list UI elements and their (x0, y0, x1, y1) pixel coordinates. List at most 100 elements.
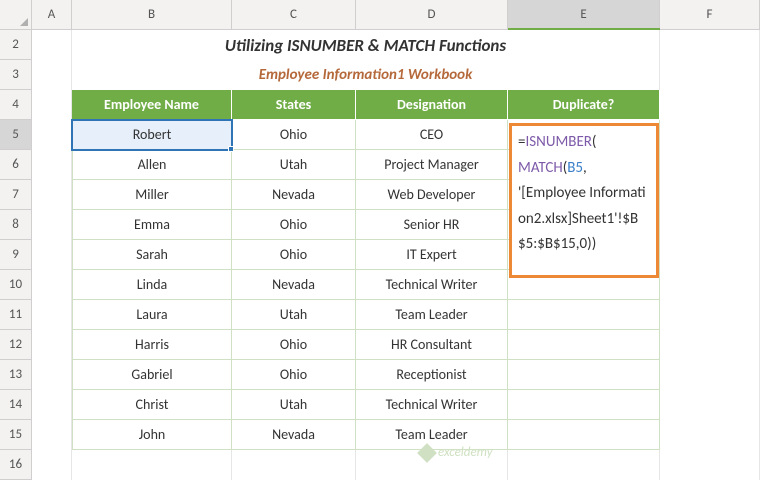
cell-F3[interactable] (660, 60, 760, 90)
cell-E16[interactable] (508, 450, 660, 480)
cell-D13[interactable]: Receptionist (356, 360, 508, 390)
cell-E12[interactable] (508, 330, 660, 360)
cell-A7[interactable] (32, 180, 72, 210)
row-header-12[interactable]: 12 (0, 330, 32, 360)
cell-F4[interactable] (660, 90, 760, 120)
row-header-2[interactable]: 2 (0, 30, 32, 60)
cell-F14[interactable] (660, 390, 760, 420)
cell-C14[interactable]: Utah (232, 390, 356, 420)
cell-D7[interactable]: Web Developer (356, 180, 508, 210)
cell-C16[interactable] (232, 450, 356, 480)
row-header-14[interactable]: 14 (0, 390, 32, 420)
formula-sep2: ,0 (576, 235, 587, 253)
cell-B7[interactable]: Miller (72, 180, 232, 210)
header-duplicate[interactable]: Duplicate? (508, 90, 660, 120)
cell-D6[interactable]: Project Manager (356, 150, 508, 180)
cell-D14[interactable]: Technical Writer (356, 390, 508, 420)
cell-F8[interactable] (660, 210, 760, 240)
cell-C9[interactable]: Ohio (232, 240, 356, 270)
cell-B10[interactable]: Linda (72, 270, 232, 300)
cell-C5[interactable]: Ohio (232, 120, 356, 150)
cell-C8[interactable]: Ohio (232, 210, 356, 240)
col-header-E[interactable]: E (508, 0, 660, 30)
row-header-7[interactable]: 7 (0, 180, 32, 210)
row-header-8[interactable]: 8 (0, 210, 32, 240)
cell-A2[interactable] (32, 30, 72, 60)
cell-F16[interactable] (660, 450, 760, 480)
cell-A12[interactable] (32, 330, 72, 360)
row-header-16[interactable]: 16 (0, 450, 32, 480)
cell-A6[interactable] (32, 150, 72, 180)
col-header-D[interactable]: D (356, 0, 508, 30)
cell-F10[interactable] (660, 270, 760, 300)
cell-F6[interactable] (660, 150, 760, 180)
cell-C6[interactable]: Utah (232, 150, 356, 180)
fill-handle[interactable] (228, 146, 234, 152)
cell-B11[interactable]: Laura (72, 300, 232, 330)
cell-A13[interactable] (32, 360, 72, 390)
cell-A3[interactable] (32, 60, 72, 90)
header-employee-name[interactable]: Employee Name (72, 90, 232, 120)
cell-F11[interactable] (660, 300, 760, 330)
col-header-F[interactable]: F (660, 0, 760, 30)
cell-E15[interactable] (508, 420, 660, 450)
cell-E11[interactable] (508, 300, 660, 330)
cell-B8[interactable]: Emma (72, 210, 232, 240)
cell-F12[interactable] (660, 330, 760, 360)
cell-B9[interactable]: Sarah (72, 240, 232, 270)
cell-F9[interactable] (660, 240, 760, 270)
row-header-10[interactable]: 10 (0, 270, 32, 300)
cell-F15[interactable] (660, 420, 760, 450)
row-header-11[interactable]: 11 (0, 300, 32, 330)
cell-B6[interactable]: Allen (72, 150, 232, 180)
cell-A10[interactable] (32, 270, 72, 300)
cell-F13[interactable] (660, 360, 760, 390)
row-header-13[interactable]: 13 (0, 360, 32, 390)
cell-D5[interactable]: CEO (356, 120, 508, 150)
cell-C12[interactable]: Ohio (232, 330, 356, 360)
cell-B12[interactable]: Harris (72, 330, 232, 360)
header-states[interactable]: States (232, 90, 356, 120)
col-header-B[interactable]: B (72, 0, 232, 30)
cell-value: Robert (133, 126, 172, 143)
col-header-A[interactable]: A (32, 0, 72, 30)
row-header-15[interactable]: 15 (0, 420, 32, 450)
header-designation[interactable]: Designation (356, 90, 508, 120)
formula-paren: ( (592, 133, 597, 151)
col-header-C[interactable]: C (232, 0, 356, 30)
cell-C13[interactable]: Ohio (232, 360, 356, 390)
row-header-3[interactable]: 3 (0, 60, 32, 90)
cell-D10[interactable]: Technical Writer (356, 270, 508, 300)
cell-D8[interactable]: Senior HR (356, 210, 508, 240)
cell-E13[interactable] (508, 360, 660, 390)
select-all-corner[interactable] (0, 0, 32, 30)
cell-C10[interactable]: Nevada (232, 270, 356, 300)
row-header-5[interactable]: 5 (0, 120, 32, 150)
cell-F2[interactable] (660, 30, 760, 60)
cell-A15[interactable] (32, 420, 72, 450)
cell-A14[interactable] (32, 390, 72, 420)
cell-B5[interactable]: Robert (72, 120, 232, 150)
cell-A8[interactable] (32, 210, 72, 240)
cell-D9[interactable]: IT Expert (356, 240, 508, 270)
cell-D11[interactable]: Team Leader (356, 300, 508, 330)
cell-B15[interactable]: John (72, 420, 232, 450)
row-header-6[interactable]: 6 (0, 150, 32, 180)
cell-F7[interactable] (660, 180, 760, 210)
cell-A16[interactable] (32, 450, 72, 480)
cell-C15[interactable]: Nevada (232, 420, 356, 450)
cell-A9[interactable] (32, 240, 72, 270)
cell-A5[interactable] (32, 120, 72, 150)
cell-B14[interactable]: Christ (72, 390, 232, 420)
cell-D12[interactable]: HR Consultant (356, 330, 508, 360)
cell-A11[interactable] (32, 300, 72, 330)
cell-A4[interactable] (32, 90, 72, 120)
cell-B13[interactable]: Gabriel (72, 360, 232, 390)
cell-C7[interactable]: Nevada (232, 180, 356, 210)
cell-E14[interactable] (508, 390, 660, 420)
row-header-4[interactable]: 4 (0, 90, 32, 120)
row-header-9[interactable]: 9 (0, 240, 32, 270)
cell-C11[interactable]: Utah (232, 300, 356, 330)
cell-F5[interactable] (660, 120, 760, 150)
cell-B16[interactable] (72, 450, 232, 480)
